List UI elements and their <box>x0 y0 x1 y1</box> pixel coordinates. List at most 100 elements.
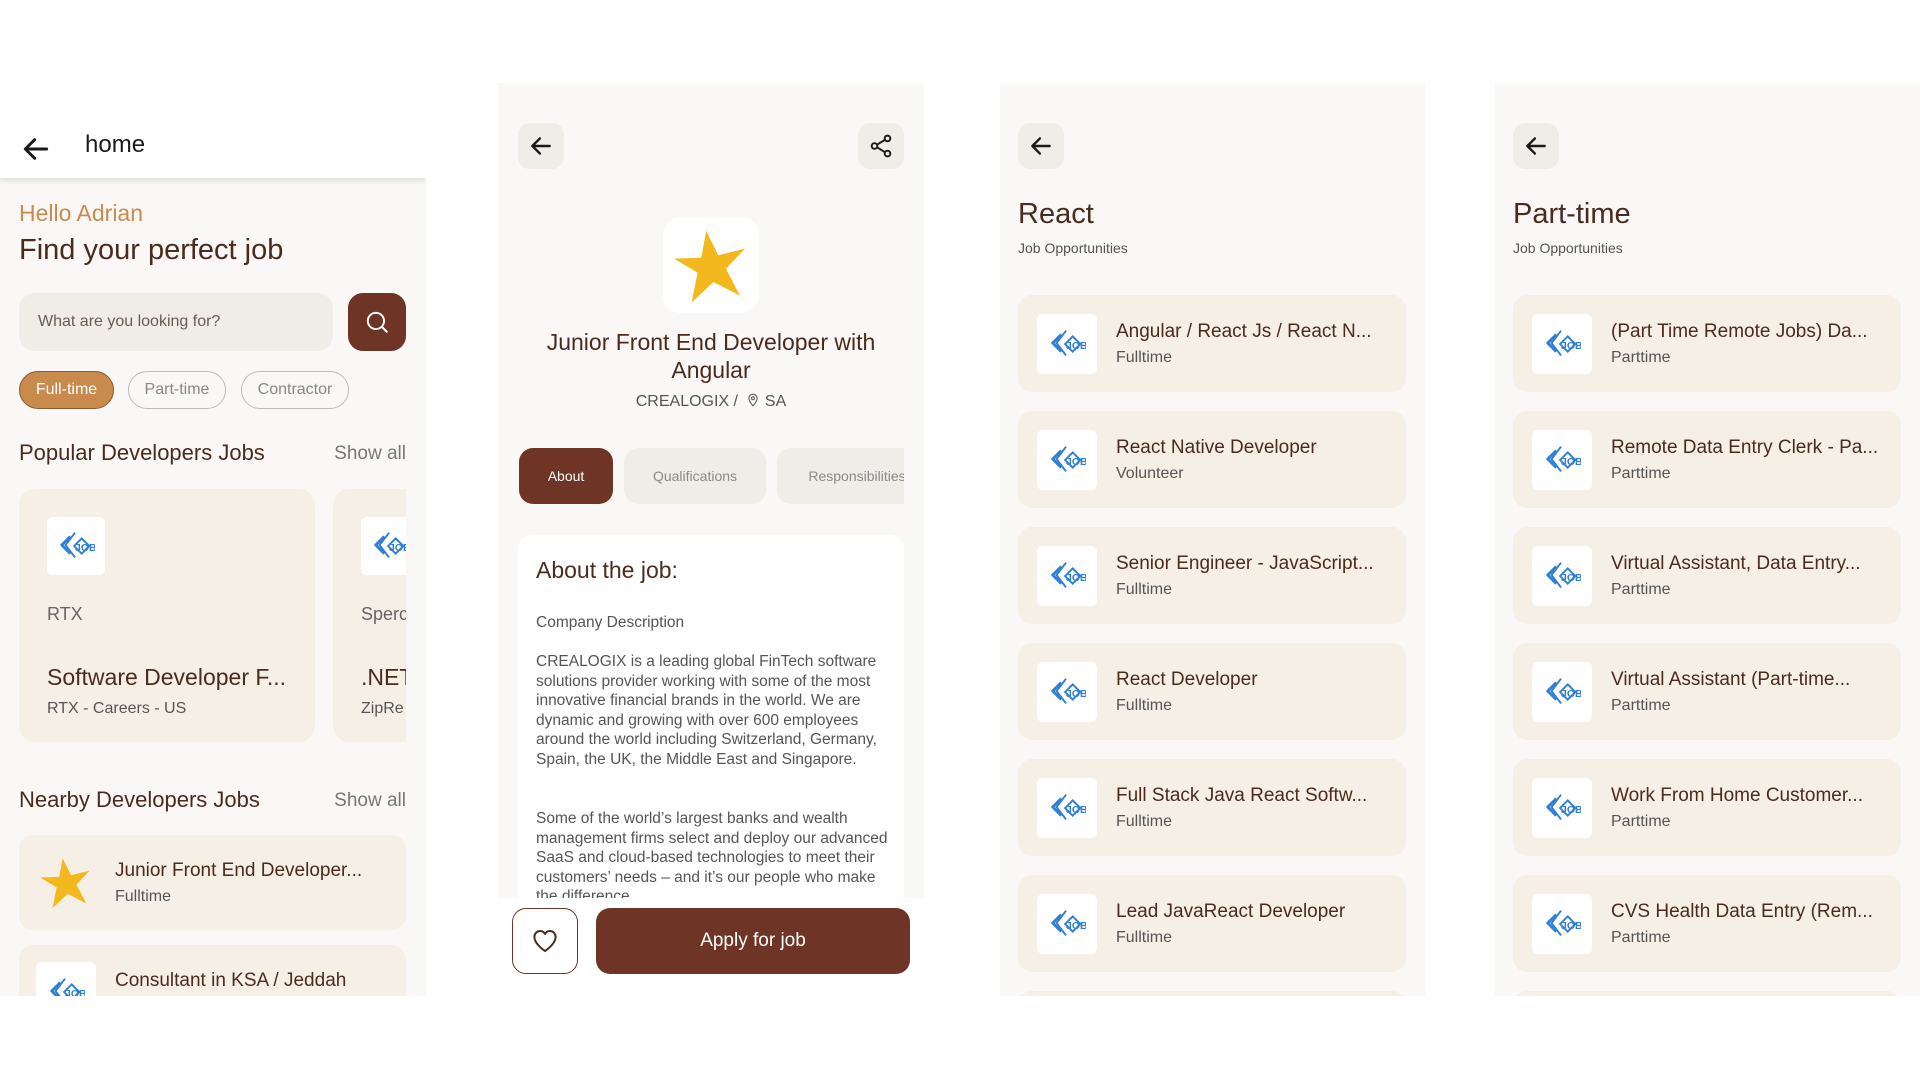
job-list-item[interactable] <box>1018 991 1406 996</box>
company-logo <box>361 517 406 575</box>
list-title: Part-time <box>1513 198 1631 230</box>
tab-responsibilities[interactable]: Responsibilities <box>777 448 904 504</box>
card-company: RTX <box>47 604 83 624</box>
nearby-show-all-link[interactable]: Show all <box>334 790 406 812</box>
list-subtitle: Job Opportunities <box>1513 240 1623 256</box>
home-screen: home Hello Adrian Find your perfect job … <box>0 83 426 996</box>
bottom-action-bar: Apply for job <box>498 898 924 996</box>
star-logo-icon <box>36 852 96 912</box>
job-list-item[interactable]: Angular / React Js / React N... Fulltime <box>1018 295 1406 392</box>
job-list-item[interactable]: Virtual Assistant (Part-time... Parttime <box>1513 643 1901 740</box>
job-list-item[interactable]: Work From Home Customer... Parttime <box>1513 759 1901 856</box>
job-list-item[interactable]: Virtual Assistant, Data Entry... Parttim… <box>1513 527 1901 624</box>
tab-bar: About Qualifications Responsibilities <box>498 83 904 583</box>
job-logo-icon <box>1543 789 1581 827</box>
job-title: Full Stack Java React Softw... <box>1116 785 1368 806</box>
company-logo <box>1037 894 1097 954</box>
job-list-item[interactable]: React Developer Fulltime <box>1018 643 1406 740</box>
job-type: Fulltime <box>1116 929 1173 946</box>
favorite-button[interactable] <box>512 908 578 974</box>
company-logo <box>36 962 96 996</box>
about-heading: About the job: <box>536 557 678 583</box>
job-logo-icon <box>1543 557 1581 595</box>
company-logo <box>1037 430 1097 490</box>
job-type: Fulltime <box>115 888 172 905</box>
job-list-item[interactable]: Full Stack Java React Softw... Fulltime <box>1018 759 1406 856</box>
heart-icon <box>533 930 557 952</box>
job-type: Volunteer <box>1116 465 1184 482</box>
job-logo-icon <box>1048 789 1086 827</box>
job-title: Virtual Assistant (Part-time... <box>1611 669 1851 690</box>
nearby-job-item[interactable]: Consultant in KSA / Jeddah <box>19 945 406 996</box>
job-title: (Part Time Remote Jobs) Da... <box>1611 321 1868 342</box>
company-logo <box>1532 778 1592 838</box>
company-logo <box>47 517 105 575</box>
job-title: React Developer <box>1116 669 1258 690</box>
job-logo-icon <box>1048 557 1086 595</box>
card-job-title: Software Developer F... <box>47 664 287 690</box>
job-logo-icon <box>1048 441 1086 479</box>
tab-qualifications[interactable]: Qualifications <box>624 448 766 504</box>
job-list-item[interactable]: React Native Developer Volunteer <box>1018 411 1406 508</box>
company-logo <box>1037 314 1097 374</box>
company-logo <box>1037 662 1097 722</box>
job-title: CVS Health Data Entry (Rem... <box>1611 901 1873 922</box>
job-type: Fulltime <box>1116 697 1173 714</box>
nearby-heading: Nearby Developers Jobs <box>19 787 260 812</box>
company-logo <box>1532 430 1592 490</box>
job-list-item[interactable]: Lead JavaReact Developer Fulltime <box>1018 875 1406 972</box>
back-arrow-icon <box>1523 133 1549 159</box>
job-logo-icon <box>1543 441 1581 479</box>
job-type: Fulltime <box>1116 581 1173 598</box>
back-button[interactable] <box>1513 123 1559 169</box>
popular-job-card[interactable]: RTX Software Developer F... RTX - Career… <box>19 489 315 742</box>
about-paragraph: Company Description <box>536 614 685 631</box>
about-paragraph: CREALOGIX is a leading global FinTech so… <box>536 653 877 768</box>
react-jobs-screen: React Job Opportunities Angular / React … <box>1000 83 1425 996</box>
job-title: Angular / React Js / React N... <box>1116 321 1372 342</box>
company-logo <box>1532 894 1592 954</box>
company-logo <box>36 852 96 912</box>
company-logo <box>1532 662 1592 722</box>
job-list-item[interactable] <box>1513 991 1901 996</box>
job-title: Consultant in KSA / Jeddah <box>115 970 347 991</box>
job-type: Parttime <box>1611 929 1671 946</box>
nearby-job-item[interactable]: Junior Front End Developer... Fulltime <box>19 835 406 930</box>
company-logo <box>1037 778 1097 838</box>
apply-button[interactable]: Apply for job <box>596 908 910 974</box>
back-arrow-icon <box>1028 133 1054 159</box>
job-detail-screen: Junior Front End Developer with Angular … <box>498 83 924 996</box>
job-type: Parttime <box>1611 813 1671 830</box>
job-list-item[interactable]: Senior Engineer - JavaScript... Fulltime <box>1018 527 1406 624</box>
card-job-source: ZipRe <box>361 700 404 717</box>
job-logo-icon <box>1543 325 1581 363</box>
job-type: Fulltime <box>1116 813 1173 830</box>
job-list-item[interactable]: CVS Health Data Entry (Rem... Parttime <box>1513 875 1901 972</box>
job-logo-icon <box>1048 905 1086 943</box>
job-title: Senior Engineer - JavaScript... <box>1116 553 1374 574</box>
job-logo-icon <box>1048 325 1086 363</box>
job-logo-icon <box>57 527 95 565</box>
list-title: React <box>1018 198 1094 230</box>
job-logo-icon <box>1543 673 1581 711</box>
job-title: Virtual Assistant, Data Entry... <box>1611 553 1861 574</box>
tab-about[interactable]: About <box>519 448 613 504</box>
job-type: Parttime <box>1611 581 1671 598</box>
job-title: Remote Data Entry Clerk - Pa... <box>1611 437 1879 458</box>
job-list-item[interactable]: Remote Data Entry Clerk - Pa... Parttime <box>1513 411 1901 508</box>
back-button[interactable] <box>1018 123 1064 169</box>
job-logo-icon <box>1543 905 1581 943</box>
job-logo-icon <box>1048 673 1086 711</box>
job-type: Fulltime <box>1116 349 1173 366</box>
job-type: Parttime <box>1611 465 1671 482</box>
popular-job-card[interactable]: Sperc .NET ZipRe <box>333 489 406 742</box>
job-type: Parttime <box>1611 697 1671 714</box>
job-title: Lead JavaReact Developer <box>1116 901 1346 922</box>
job-list-item[interactable]: (Part Time Remote Jobs) Da... Parttime <box>1513 295 1901 392</box>
company-logo <box>1532 314 1592 374</box>
card-job-title: .NET <box>361 664 406 690</box>
job-title: Junior Front End Developer... <box>115 860 363 881</box>
card-job-source: RTX - Careers - US <box>47 700 187 717</box>
job-title: React Native Developer <box>1116 437 1317 458</box>
job-logo-icon <box>47 973 85 996</box>
